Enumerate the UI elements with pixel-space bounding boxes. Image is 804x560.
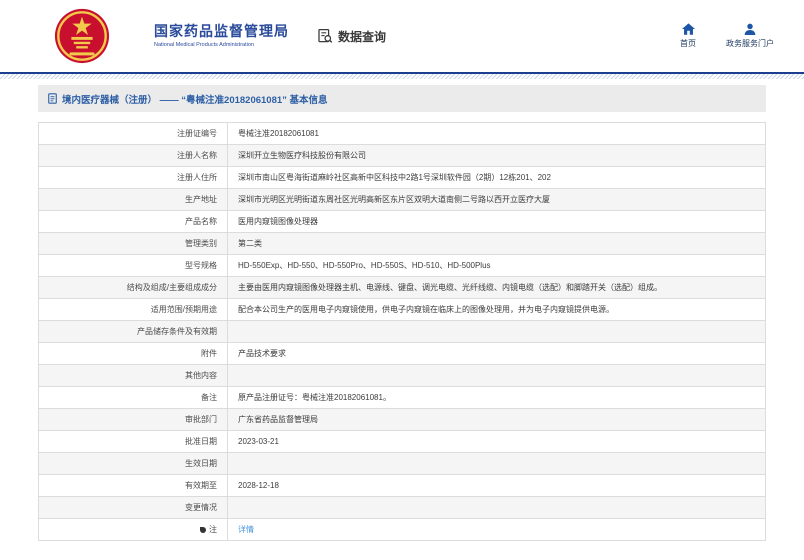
table-row: 变更情况 xyxy=(39,497,766,519)
table-row: 有效期至2028-12-18 xyxy=(39,475,766,497)
data-query-link[interactable]: 数据查询 xyxy=(317,28,386,45)
row-value: 深圳市南山区粤海街道麻岭社区高新中区科技中2路1号深圳软件园（2期）12栋201… xyxy=(228,167,766,189)
row-label: 型号规格 xyxy=(39,255,228,277)
agency-title-block: 国家药品监督管理局 National Medical Products Admi… xyxy=(154,23,289,48)
row-value xyxy=(228,453,766,475)
table-row: 其他内容 xyxy=(39,365,766,387)
row-label: 其他内容 xyxy=(39,365,228,387)
table-row: 注册人住所深圳市南山区粤海街道麻岭社区高新中区科技中2路1号深圳软件园（2期）1… xyxy=(39,167,766,189)
note-icon xyxy=(200,527,206,533)
row-value: 医用内窥镜图像处理器 xyxy=(228,211,766,233)
table-row: 生产地址深圳市光明区光明街道东周社区光明高新区东片区双明大道南侧二号路以西开立医… xyxy=(39,189,766,211)
row-value xyxy=(228,497,766,519)
details-link[interactable]: 详情 xyxy=(238,525,254,534)
table-row: 结构及组成/主要组成成分主要由医用内窥镜图像处理器主机、电源线、键盘、调光电缆、… xyxy=(39,277,766,299)
row-value: 深圳开立生物医疗科技股份有限公司 xyxy=(228,145,766,167)
table-row: 适用范围/预期用途配合本公司生产的医用电子内窥镜使用，供电子内窥镜在临床上的图像… xyxy=(39,299,766,321)
row-value: 配合本公司生产的医用电子内窥镜使用，供电子内窥镜在临床上的图像处理用，并为电子内… xyxy=(228,299,766,321)
row-label: 备注 xyxy=(39,387,228,409)
table-row: 附件产品技术要求 xyxy=(39,343,766,365)
table-row: 注册人名称深圳开立生物医疗科技股份有限公司 xyxy=(39,145,766,167)
row-label: 产品储存条件及有效期 xyxy=(39,321,228,343)
row-value: 第二类 xyxy=(228,233,766,255)
row-value xyxy=(228,321,766,343)
breadcrumb-text: 境内医疗器械（注册） —— “粤械注准20182061081” 基本信息 xyxy=(62,92,328,106)
header-hatch-stripe xyxy=(0,74,804,79)
row-label: 适用范围/预期用途 xyxy=(39,299,228,321)
row-label: 管理类别 xyxy=(39,233,228,255)
breadcrumb: 境内医疗器械（注册） —— “粤械注准20182061081” 基本信息 xyxy=(38,85,766,112)
table-row: 审批部门广东省药品监督管理局 xyxy=(39,409,766,431)
registration-info-table: 注册证编号粤械注准20182061081注册人名称深圳开立生物医疗科技股份有限公… xyxy=(38,122,766,541)
agency-name-zh: 国家药品监督管理局 xyxy=(154,23,289,39)
row-label: 生效日期 xyxy=(39,453,228,475)
row-value: HD-550Exp、HD-550、HD-550Pro、HD-550S、HD-51… xyxy=(228,255,766,277)
row-label: 批准日期 xyxy=(39,431,228,453)
row-label: 结构及组成/主要组成成分 xyxy=(39,277,228,299)
nav-portal-label: 政务服务门户 xyxy=(726,38,774,49)
row-value: 详情 xyxy=(228,519,766,541)
table-row: 产品储存条件及有效期 xyxy=(39,321,766,343)
nav-portal[interactable]: 政务服务门户 xyxy=(726,23,774,49)
document-search-icon xyxy=(317,28,333,44)
national-emblem-logo xyxy=(46,7,118,65)
table-row: 备注原产品注册证号：粤械注准20182061081。 xyxy=(39,387,766,409)
row-value: 2023-03-21 xyxy=(228,431,766,453)
row-label: 产品名称 xyxy=(39,211,228,233)
row-value: 主要由医用内窥镜图像处理器主机、电源线、键盘、调光电缆、光纤线缆、内镜电缆（选配… xyxy=(228,277,766,299)
row-label: 附件 xyxy=(39,343,228,365)
registration-table-body: 注册证编号粤械注准20182061081注册人名称深圳开立生物医疗科技股份有限公… xyxy=(39,123,766,541)
table-row: 生效日期 xyxy=(39,453,766,475)
nav-home-label: 首页 xyxy=(680,38,696,49)
user-icon xyxy=(744,23,756,35)
row-label: 注册人住所 xyxy=(39,167,228,189)
table-row: 管理类别第二类 xyxy=(39,233,766,255)
row-value xyxy=(228,365,766,387)
row-value: 产品技术要求 xyxy=(228,343,766,365)
row-value: 广东省药品监督管理局 xyxy=(228,409,766,431)
row-label: 审批部门 xyxy=(39,409,228,431)
main-content: 境内医疗器械（注册） —— “粤械注准20182061081” 基本信息 注册证… xyxy=(38,85,766,541)
row-label: 注 xyxy=(39,519,228,541)
agency-name-en: National Medical Products Administration xyxy=(154,42,289,48)
row-value: 粤械注准20182061081 xyxy=(228,123,766,145)
row-label: 注册人名称 xyxy=(39,145,228,167)
row-label: 生产地址 xyxy=(39,189,228,211)
row-label: 注册证编号 xyxy=(39,123,228,145)
home-icon xyxy=(682,23,695,35)
document-icon xyxy=(48,93,57,104)
national-emblem-icon xyxy=(53,7,111,65)
row-value: 原产品注册证号：粤械注准20182061081。 xyxy=(228,387,766,409)
table-row: 注 详情 xyxy=(39,519,766,541)
site-header: 国家药品监督管理局 National Medical Products Admi… xyxy=(0,0,804,72)
row-label: 变更情况 xyxy=(39,497,228,519)
data-query-label: 数据查询 xyxy=(338,28,386,45)
nav-home[interactable]: 首页 xyxy=(680,23,696,49)
row-value: 深圳市光明区光明街道东周社区光明高新区东片区双明大道南侧二号路以西开立医疗大厦 xyxy=(228,189,766,211)
table-row: 产品名称医用内窥镜图像处理器 xyxy=(39,211,766,233)
table-row: 型号规格HD-550Exp、HD-550、HD-550Pro、HD-550S、H… xyxy=(39,255,766,277)
table-row: 注册证编号粤械注准20182061081 xyxy=(39,123,766,145)
row-value: 2028-12-18 xyxy=(228,475,766,497)
table-row: 批准日期2023-03-21 xyxy=(39,431,766,453)
row-label: 有效期至 xyxy=(39,475,228,497)
